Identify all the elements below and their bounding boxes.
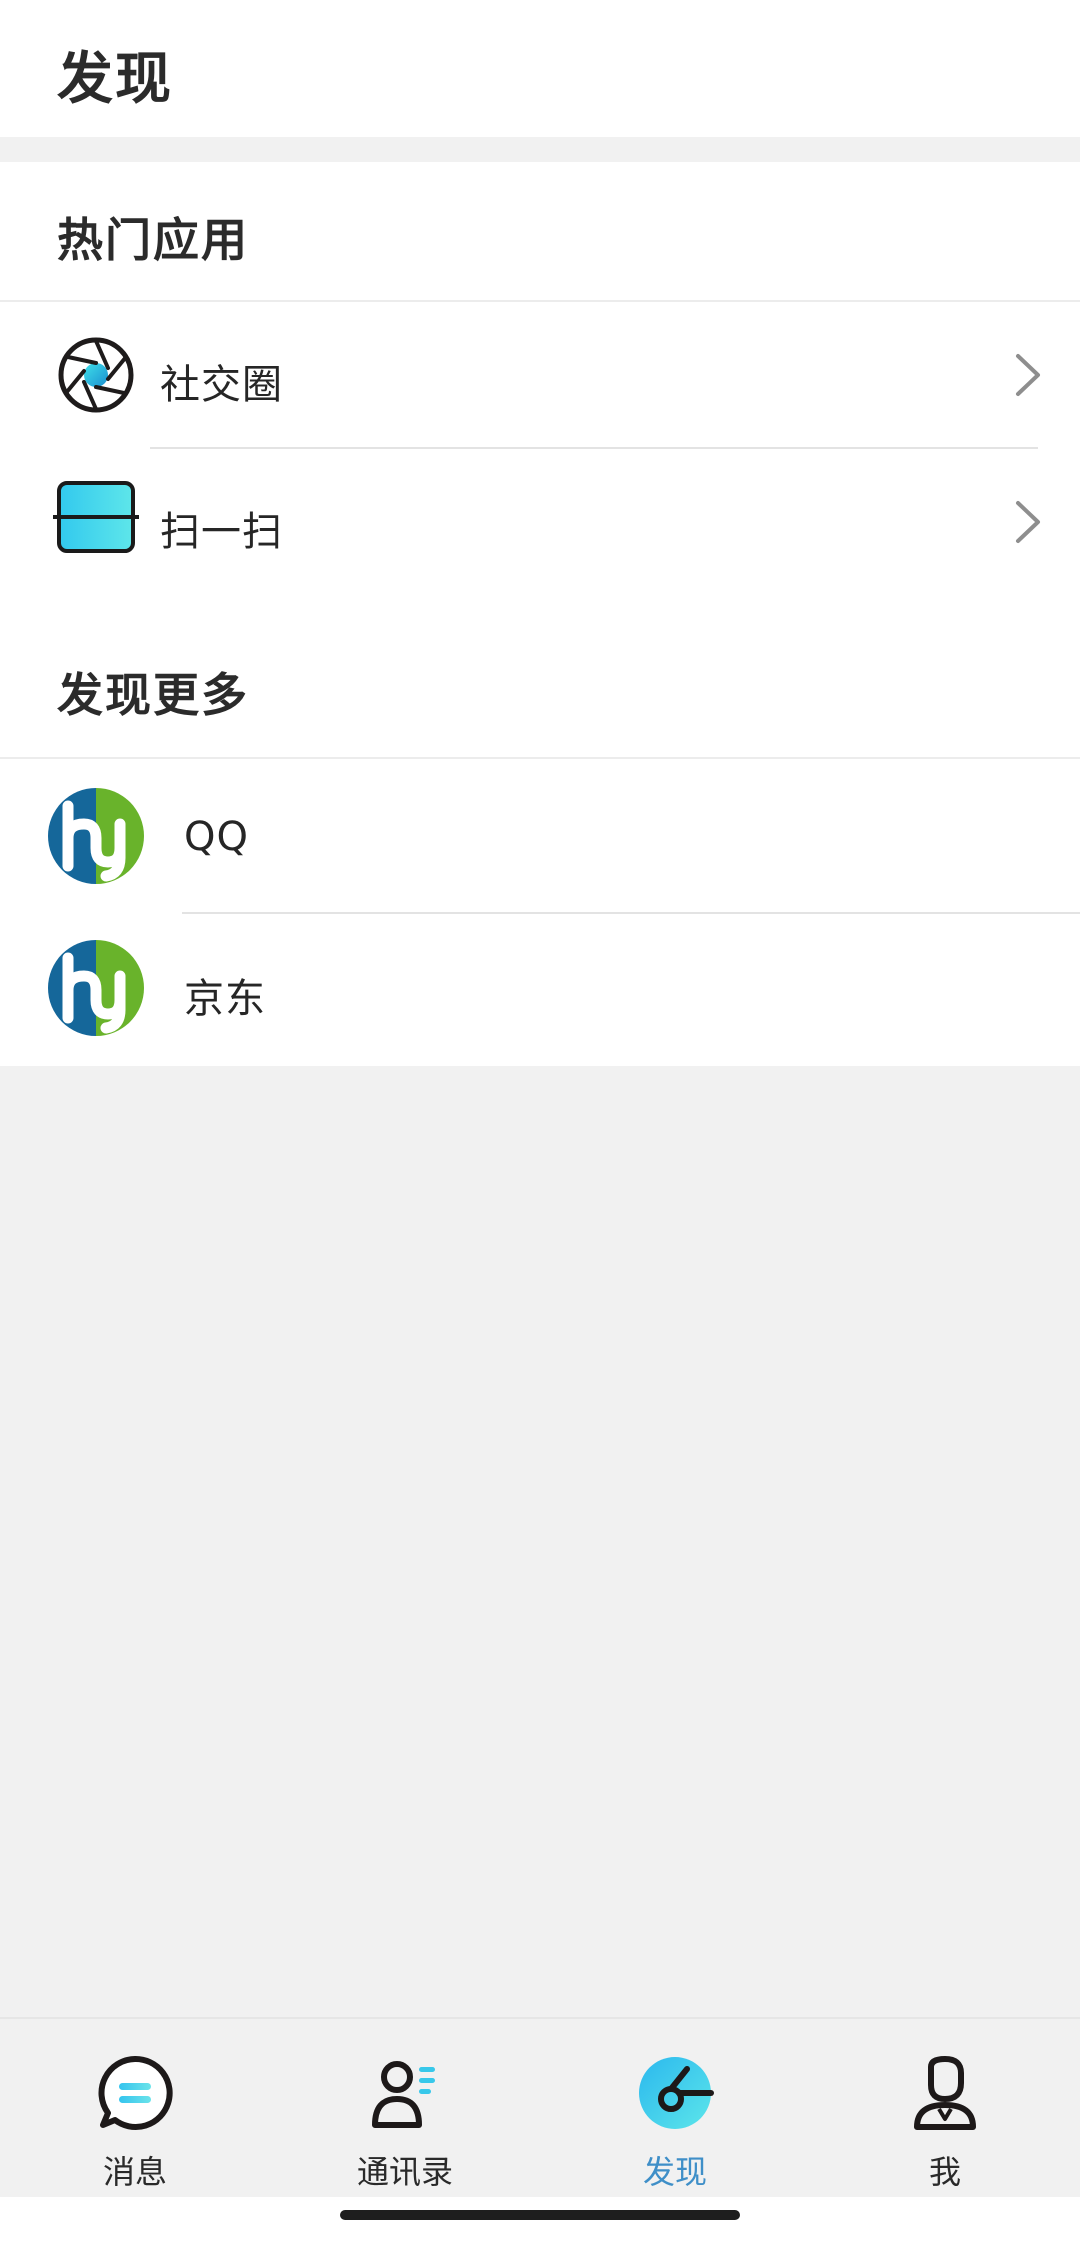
tab-me[interactable]: 我 (810, 2019, 1080, 2199)
chevron-right-icon (1016, 501, 1040, 543)
tab-messages[interactable]: 消息 (0, 2019, 270, 2199)
hy-logo-icon (48, 788, 144, 884)
tab-discover[interactable]: 发现 (540, 2019, 810, 2199)
home-indicator-area (0, 2197, 1080, 2243)
list-item-scan[interactable]: 扫一扫 (0, 449, 1080, 595)
camera-shutter-icon (58, 337, 134, 413)
tab-label: 消息 (102, 2153, 167, 2191)
chevron-right-icon (1016, 354, 1040, 396)
message-icon (98, 2055, 173, 2130)
list-item-label: QQ (184, 814, 249, 860)
list-item-label: 京东 (184, 976, 266, 1022)
content-card: 热门应用 社交圈 扫一扫 发现更多 QQ 京东 (0, 162, 1080, 1066)
profile-icon (914, 2056, 976, 2130)
tab-label: 发现 (642, 2153, 707, 2191)
section-title-discover-more: 发现更多 (57, 668, 249, 722)
hy-logo-icon (48, 940, 144, 1036)
page-title: 发现 (57, 47, 173, 112)
header: 发现 (0, 0, 1080, 137)
discover-screen: 发现 热门应用 社交圈 扫一扫 发现更多 QQ 京东 消息 通讯录 发现 我 (0, 0, 1080, 2243)
contacts-icon (372, 2061, 435, 2128)
tab-label: 通讯录 (356, 2153, 453, 2191)
list-item-label: 扫一扫 (160, 509, 283, 555)
list-item-jd[interactable]: 京东 (0, 914, 1080, 1066)
bottom-tab-bar: 消息 通讯录 发现 我 (0, 2017, 1080, 2197)
tab-contacts[interactable]: 通讯录 (270, 2019, 540, 2199)
list-item-label: 社交圈 (160, 362, 283, 408)
list-item-social-circle[interactable]: 社交圈 (0, 302, 1080, 448)
scan-icon (53, 481, 139, 553)
discover-icon (639, 2057, 714, 2129)
section-title-hot-apps: 热门应用 (57, 213, 249, 267)
home-indicator[interactable] (340, 2210, 740, 2220)
tab-label: 我 (928, 2153, 961, 2191)
list-item-qq[interactable]: QQ (0, 759, 1080, 914)
